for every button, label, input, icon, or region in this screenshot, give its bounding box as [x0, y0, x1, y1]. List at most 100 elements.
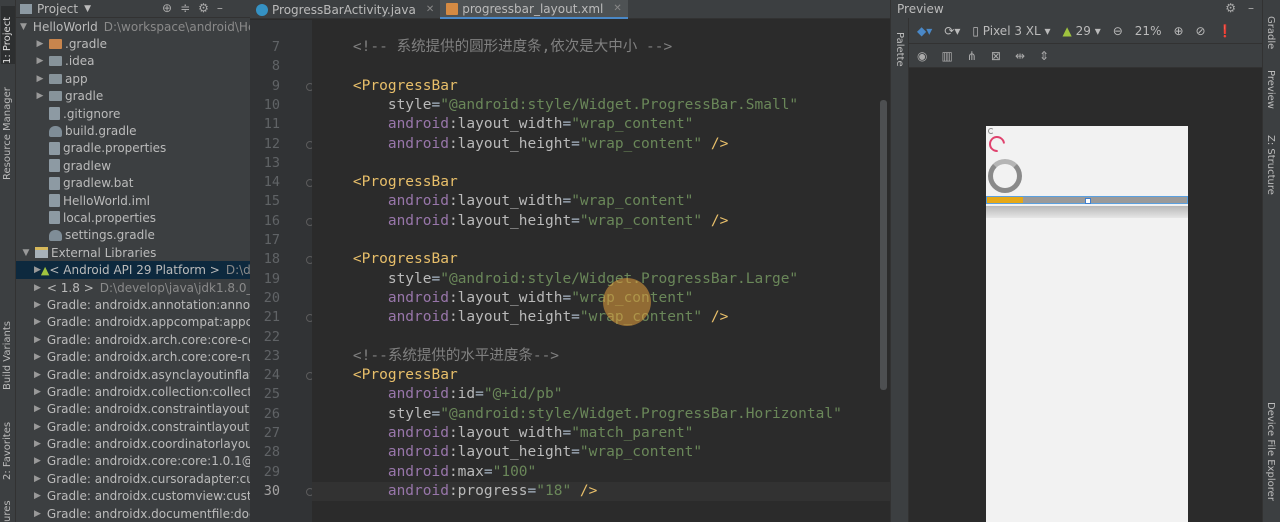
tree-item[interactable]: ▶ Gradle: androidx.constraintlayout:cor	[16, 418, 250, 435]
close-icon[interactable]: ✕	[426, 4, 434, 15]
device-file-explorer-tool-tab[interactable]: Device File Explorer	[1265, 402, 1276, 501]
tree-item[interactable]: HelloWorld.iml	[16, 192, 250, 209]
code-line[interactable]: android:layout_width="wrap_content"	[312, 115, 890, 134]
code-line[interactable]	[312, 154, 890, 173]
chevron-down-icon[interactable]: ▼	[84, 4, 91, 14]
device-preview[interactable]	[985, 126, 1188, 522]
collapsed-arrow-icon[interactable]: ▶	[34, 300, 41, 310]
tree-item[interactable]: ▶ app	[16, 70, 250, 87]
tree-item[interactable]: ▼ External Libraries	[16, 244, 250, 261]
code-line[interactable]: android:id="@+id/pb"	[312, 385, 890, 404]
gradle-tool-tab[interactable]: Gradle	[1265, 16, 1276, 49]
tree-item[interactable]: ▶ .idea	[16, 53, 250, 70]
tree-item[interactable]: ▶ Gradle: androidx.annotation:annotat	[16, 296, 250, 313]
tree-item[interactable]: ▶ Gradle: androidx.coordinatorlayout:co	[16, 435, 250, 452]
collapsed-arrow-icon[interactable]: ▶	[34, 404, 41, 414]
collapsed-arrow-icon[interactable]: ▶	[34, 352, 41, 362]
minimize-icon[interactable]: –	[1248, 1, 1254, 15]
code-line[interactable]: android:layout_width="match_parent"	[312, 424, 890, 443]
tab-progressbar-layout[interactable]: progressbar_layout.xml ✕	[440, 0, 628, 19]
code-line[interactable]: <ProgressBar	[312, 77, 890, 96]
code-line[interactable]: android:layout_height="wrap_content" />	[312, 135, 890, 154]
tree-item[interactable]: ▶ .gradle	[16, 35, 250, 52]
editor-scrollbar[interactable]	[880, 100, 887, 390]
tree-item[interactable]: build.gradle	[16, 122, 250, 139]
close-icon[interactable]: ✕	[613, 3, 621, 14]
medium-progress-spinner[interactable]	[985, 132, 1009, 156]
code-line[interactable]: <!-- 系统提供的圆形进度条,依次是大中小 -->	[312, 38, 890, 57]
collapsed-arrow-icon[interactable]: ▶	[34, 370, 41, 380]
collapsed-arrow-icon[interactable]: ▶	[34, 265, 41, 275]
build-variants-tool-tab[interactable]: Build Variants	[1, 320, 15, 390]
preview-tool-tab[interactable]: Preview	[1265, 70, 1276, 109]
tree-item[interactable]: ▶ Gradle: androidx.customview:custom	[16, 488, 250, 505]
collapsed-arrow-icon[interactable]: ▶	[34, 509, 41, 519]
tree-item[interactable]: ▶ Gradle: androidx.core:core:1.0.1@aar	[16, 453, 250, 470]
tree-item[interactable]: ▶ Gradle: androidx.documentfile:docur	[16, 505, 250, 522]
tree-item[interactable]: ▶ gradle	[16, 88, 250, 105]
zoom-fit-icon[interactable]: ⊘	[1196, 24, 1206, 38]
zoom-out-icon[interactable]: ⊖	[1113, 24, 1123, 38]
code-line[interactable]: <ProgressBar	[312, 250, 890, 269]
code-line[interactable]	[312, 57, 890, 76]
collapsed-arrow-icon[interactable]: ▶	[34, 387, 41, 397]
project-tool-tab[interactable]: 1: Project	[1, 6, 15, 64]
tree-item[interactable]: ▼ HelloWorld D:\workspace\android\Hell	[16, 18, 250, 35]
eye-icon[interactable]: ◉	[917, 49, 927, 63]
collapsed-arrow-icon[interactable]: ▶	[34, 439, 41, 449]
large-progress-spinner[interactable]	[988, 159, 1022, 193]
collapse-all-icon[interactable]: ≑	[180, 1, 190, 15]
code-line[interactable]: style="@android:style/Widget.ProgressBar…	[312, 270, 890, 289]
tree-item[interactable]: ▶ Gradle: androidx.cursoradapter:curso	[16, 470, 250, 487]
project-view-selector[interactable]: Project	[37, 2, 78, 16]
code-line[interactable]	[312, 231, 890, 250]
collapsed-arrow-icon[interactable]: ▶	[34, 335, 41, 345]
clear-constraints-icon[interactable]: ⊠	[991, 49, 1001, 63]
code-line[interactable]: style="@android:style/Widget.ProgressBar…	[312, 405, 890, 424]
horizontal-progress-bar[interactable]	[986, 196, 1188, 204]
tree-item[interactable]: .gitignore	[16, 105, 250, 122]
tree-item[interactable]: gradle.properties	[16, 140, 250, 157]
tree-item[interactable]: ▶ Gradle: androidx.constraintlayout:cor	[16, 401, 250, 418]
resource-manager-tool-tab[interactable]: Resource Manager	[1, 87, 15, 180]
warning-icon[interactable]: ❗	[1218, 24, 1233, 38]
collapsed-arrow-icon[interactable]: ▶	[34, 456, 41, 466]
code-line[interactable]: android:layout_height="wrap_content" />	[312, 212, 890, 231]
tree-item[interactable]: ▶ Gradle: androidx.collection:collection	[16, 383, 250, 400]
magnet-icon[interactable]: ⋔	[967, 49, 977, 63]
tree-item[interactable]: gradlew	[16, 157, 250, 174]
gear-icon[interactable]: ⚙	[198, 1, 209, 15]
tree-item[interactable]: ▶ Gradle: androidx.arch.core:core-runti	[16, 348, 250, 365]
tree-item[interactable]: settings.gradle	[16, 227, 250, 244]
minimize-icon[interactable]: –	[217, 1, 223, 15]
expanded-arrow-icon[interactable]: ▼	[20, 22, 27, 32]
structure-tool-tab[interactable]: Z: Structure	[1265, 135, 1276, 195]
collapsed-arrow-icon[interactable]: ▶	[34, 474, 41, 484]
tab-progressbar-activity[interactable]: ProgressBarActivity.java ✕	[250, 0, 440, 19]
preview-canvas[interactable]	[909, 68, 1263, 522]
line-number-gutter[interactable]: 7 8 9 10 11 12 13 14 15 16 17 18 19 20 21 22 23 24 25 26 27 2…	[250, 20, 314, 522]
code-line[interactable]: android:progress="18" />	[312, 481, 890, 502]
zoom-in-icon[interactable]: ⊕	[1173, 24, 1183, 38]
tree-item[interactable]: ▶ Gradle: androidx.asynclayoutinflater:a	[16, 366, 250, 383]
selection-handle[interactable]	[1085, 198, 1091, 204]
layers-icon[interactable]: ◆▾	[917, 24, 932, 38]
code-line[interactable]: <!--系统提供的水平进度条-->	[312, 347, 890, 366]
collapsed-arrow-icon[interactable]: ▶	[34, 74, 46, 84]
api-selector[interactable]: ▲ 29 ▾	[1063, 24, 1101, 38]
code-line[interactable]: style="@android:style/Widget.ProgressBar…	[312, 96, 890, 115]
tree-item[interactable]: ▶ Gradle: androidx.arch.core:core-comr	[16, 331, 250, 348]
code-line[interactable]: android:layout_height="wrap_content"	[312, 443, 890, 462]
tree-item[interactable]: local.properties	[16, 209, 250, 226]
code-line[interactable]: android:max="100"	[312, 463, 890, 482]
tree-item[interactable]: ▶ < 1.8 > D:\develop\java\jdk1.8.0_221	[16, 279, 250, 296]
locate-icon[interactable]: ⊕	[162, 1, 172, 15]
code-line[interactable]: <ProgressBar	[312, 173, 890, 192]
collapsed-arrow-icon[interactable]: ▶	[34, 283, 41, 293]
code-line[interactable]: android:layout_width="wrap_content"	[312, 289, 890, 308]
collapsed-arrow-icon[interactable]: ▶	[34, 317, 41, 327]
orientation-icon[interactable]: ⟳▾	[944, 24, 960, 38]
pack-horizontal-icon[interactable]: ⇹	[1015, 49, 1025, 63]
gear-icon[interactable]: ⚙	[1225, 1, 1236, 15]
favorites-tool-tab[interactable]: 2: Favorites	[1, 420, 15, 480]
